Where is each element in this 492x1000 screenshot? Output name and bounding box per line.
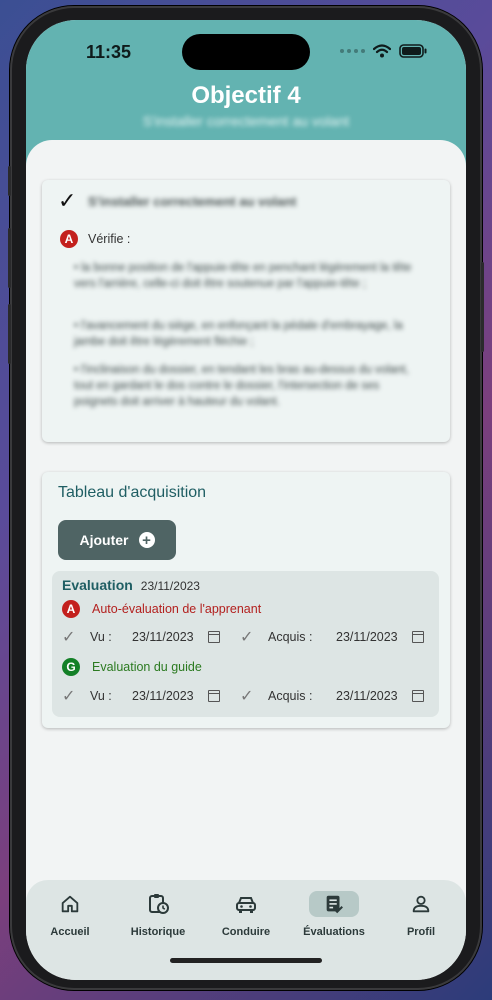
acquis-check-icon[interactable]: ✓ xyxy=(240,686,253,706)
phone-volume-down xyxy=(8,304,11,364)
self-evaluation-status: ✓ Vu : 23/11/2023 ✓ Acquis : 23/11/2023 xyxy=(62,627,432,647)
acquisition-card: Tableau d'acquisition Ajouter + Evaluati… xyxy=(42,472,450,728)
phone-volume-up xyxy=(8,228,11,288)
verifie-label: Vérifie : xyxy=(88,232,131,246)
acquis-check-icon[interactable]: ✓ xyxy=(240,627,253,647)
acquisition-title: Tableau d'acquisition xyxy=(58,484,207,501)
nav-label: Évaluations xyxy=(303,926,365,938)
objective-heading: S'installer correctement au volant xyxy=(88,194,297,209)
phone-mute-switch xyxy=(8,166,11,196)
history-icon xyxy=(118,890,198,918)
nav-item-historique[interactable]: Historique xyxy=(118,890,198,938)
nav-item-profil[interactable]: Profil xyxy=(381,890,461,938)
criteria-item: • l'avancement du siège, en enfonçant la… xyxy=(74,320,403,348)
vu-label: Vu : xyxy=(90,630,112,644)
acquis-label: Acquis : xyxy=(268,689,313,703)
acquis-label: Acquis : xyxy=(268,630,313,644)
nav-label: Profil xyxy=(406,926,436,938)
learner-badge: A xyxy=(60,230,78,248)
dynamic-island xyxy=(182,34,310,70)
car-icon xyxy=(206,890,286,918)
criteria-item: • l'inclinaison du dossier, en tendant l… xyxy=(74,364,409,408)
evaluation-title: Evaluation xyxy=(62,577,133,593)
calendar-icon[interactable] xyxy=(412,627,424,647)
status-time: 11:35 xyxy=(86,42,132,62)
home-indicator[interactable] xyxy=(170,958,322,963)
self-evaluation-label: Auto-évaluation de l'apprenant xyxy=(92,602,262,616)
calendar-icon[interactable] xyxy=(208,686,220,706)
signal-icon xyxy=(340,49,365,53)
guide-evaluation-row: G Evaluation du guide xyxy=(62,658,202,676)
objective-card: ✓ S'installer correctement au volant A V… xyxy=(42,180,450,442)
guide-evaluation-label: Evaluation du guide xyxy=(92,660,202,674)
criteria-item: • la bonne position de l'appuie-tête en … xyxy=(74,262,412,290)
guide-evaluation-status: ✓ Vu : 23/11/2023 ✓ Acquis : 23/11/2023 xyxy=(62,686,432,706)
status-icons xyxy=(340,44,427,58)
nav-label: Conduire xyxy=(221,926,271,938)
nav-item-conduire[interactable]: Conduire xyxy=(206,890,286,938)
acquis-date: 23/11/2023 xyxy=(336,630,398,644)
page-title: Objectif 4 xyxy=(191,82,301,109)
wifi-icon xyxy=(373,44,391,58)
nav-item-evaluations[interactable]: Évaluations xyxy=(294,890,374,938)
calendar-icon[interactable] xyxy=(412,686,424,706)
vu-date: 23/11/2023 xyxy=(132,689,194,703)
phone-power-button xyxy=(481,262,484,352)
nav-label: Accueil xyxy=(50,926,90,938)
self-evaluation-row: A Auto-évaluation de l'apprenant xyxy=(62,600,261,618)
plus-icon: + xyxy=(138,532,155,548)
nav-label: Historique xyxy=(130,926,186,938)
bottom-navigation: Accueil Historique Conduire Évaluations xyxy=(26,880,466,980)
battery-icon xyxy=(399,44,427,58)
calendar-icon[interactable] xyxy=(208,627,220,647)
add-button-label: Ajouter xyxy=(79,532,129,548)
profile-icon xyxy=(381,890,461,918)
evaluations-icon xyxy=(294,890,374,918)
evaluation-date: 23/11/2023 xyxy=(140,579,200,593)
learner-badge: A xyxy=(62,600,80,618)
guide-badge: G xyxy=(62,658,80,676)
vu-date: 23/11/2023 xyxy=(132,630,194,644)
home-icon xyxy=(30,890,110,918)
vu-check-icon[interactable]: ✓ xyxy=(62,686,75,706)
acquis-date: 23/11/2023 xyxy=(336,689,398,703)
vu-label: Vu : xyxy=(90,689,112,703)
nav-item-accueil[interactable]: Accueil xyxy=(30,890,110,938)
evaluation-entry[interactable]: Evaluation 23/11/2023 A Auto-évaluation … xyxy=(52,571,439,717)
evaluation-header: Evaluation 23/11/2023 xyxy=(62,577,200,593)
checkmark-icon: ✓ xyxy=(58,188,77,213)
page-subtitle: S'installer correctement au volant xyxy=(142,113,350,129)
add-button[interactable]: Ajouter + xyxy=(58,520,176,560)
app-screen: 11:35 Objectif 4 S'installer correctemen… xyxy=(26,20,466,980)
vu-check-icon[interactable]: ✓ xyxy=(62,627,75,647)
